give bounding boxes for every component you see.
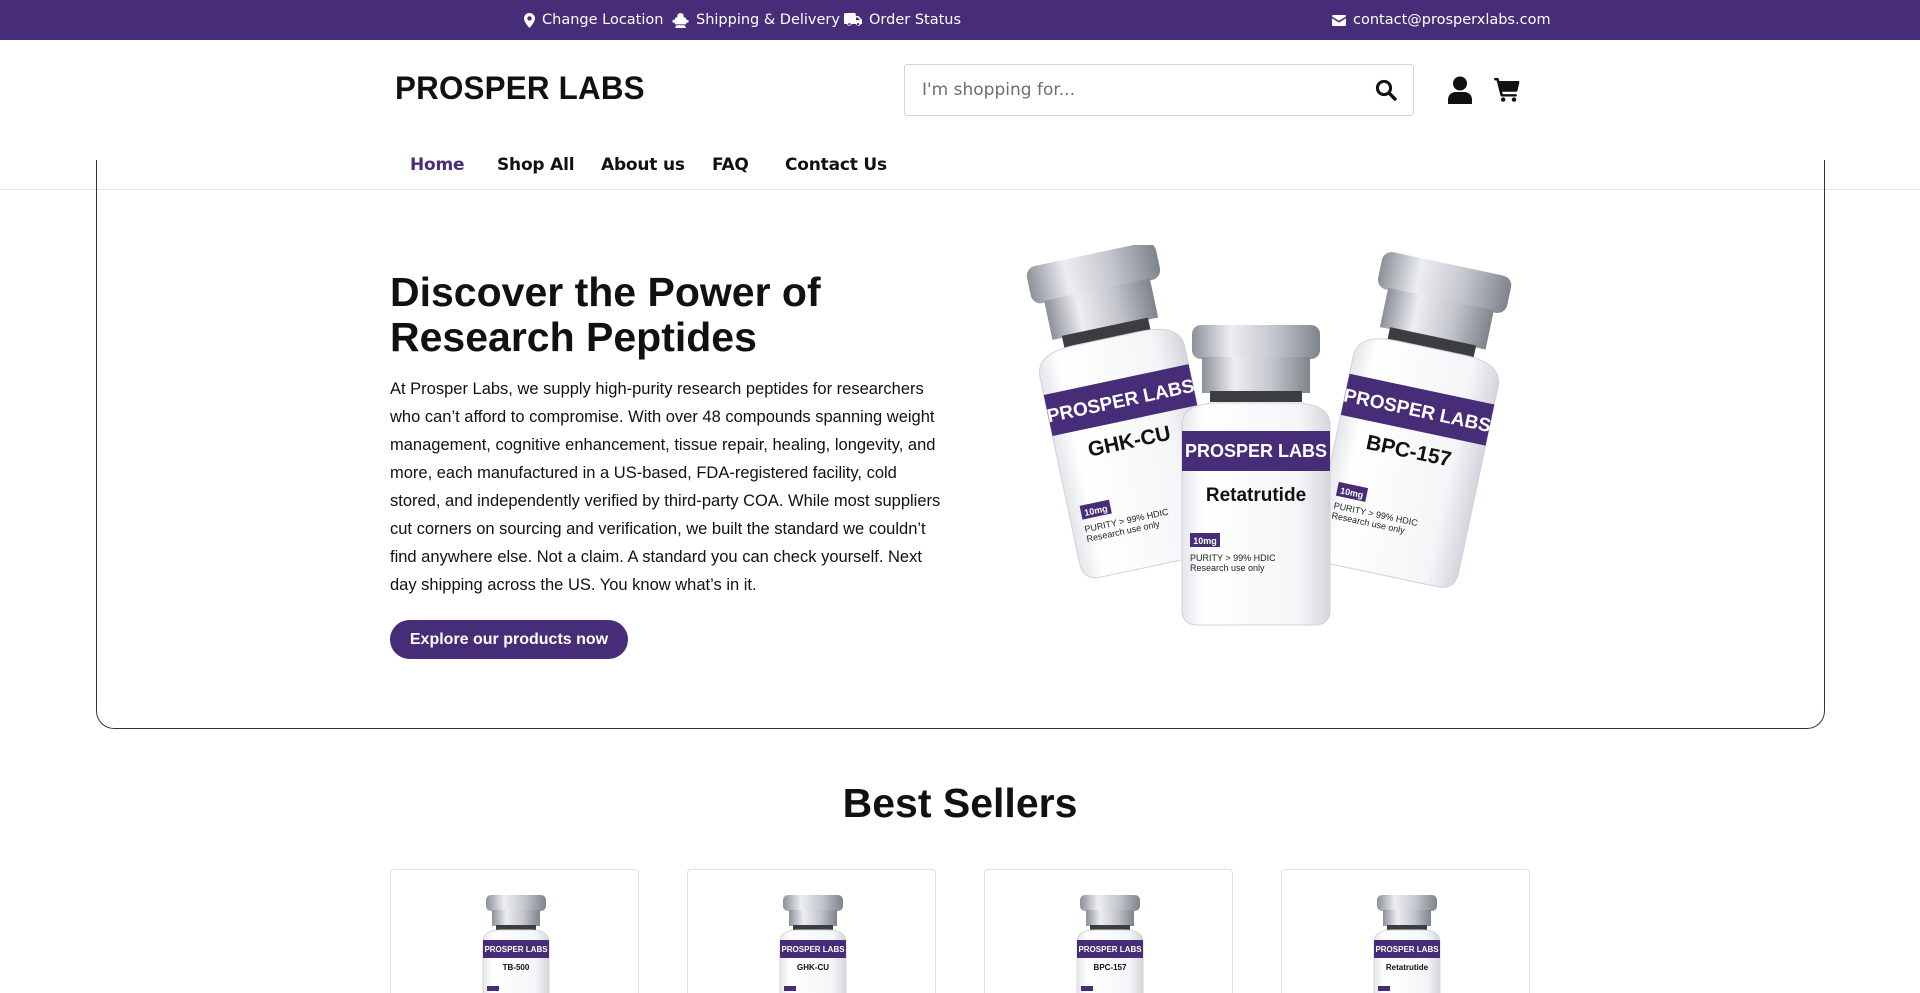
product-card-tb-500[interactable]: PROSPER LABS TB-500 (390, 869, 639, 993)
product-card-bpc-157[interactable]: PROSPER LABS BPC-157 (984, 869, 1233, 993)
product-name-tb-500: TB-500 (503, 963, 530, 972)
hero-vials-image: PROSPER LABS GHK-CU 10mg PURITY > 99% HD… (1026, 245, 1512, 626)
product-brand-retatrutide: PROSPER LABS (1375, 945, 1439, 954)
order-status-link[interactable]: Order Status (844, 0, 961, 40)
shipping-icon (672, 12, 689, 28)
hero-description: At Prosper Labs, we supply high-purity r… (390, 380, 941, 594)
hero-panel (96, 160, 1825, 729)
product-card-retatrutide[interactable]: PROSPER LABS Retatrutide (1281, 869, 1530, 993)
search-icon[interactable] (1375, 79, 1397, 101)
search-box (904, 64, 1414, 116)
map-marker-icon (524, 12, 535, 28)
cart-icon[interactable] (1494, 78, 1520, 102)
product-card-ghk-cu[interactable]: PROSPER LABS GHK-CU (687, 869, 936, 993)
envelope-icon (1332, 14, 1346, 26)
product-image-retatrutide: PROSPER LABS Retatrutide (1373, 895, 1441, 993)
change-location-link[interactable]: Change Location (524, 0, 663, 40)
vial-retatrutide-name: Retatrutide (1206, 485, 1306, 506)
vial-bpc-157: PROSPER LABS BPC-157 10mg PURITY > 99% H… (1312, 252, 1512, 588)
top-bar: Change Location Shipping & Delivery Orde… (0, 0, 1920, 40)
product-name-ghk-cu: GHK-CU (797, 963, 829, 972)
product-image-tb-500: PROSPER LABS TB-500 (482, 895, 550, 993)
vial-retatrutide-use: Research use only (1190, 563, 1265, 573)
email-link[interactable]: contact@prosperxlabs.com (1332, 0, 1551, 40)
vial-retatrutide-purity: PURITY > 99% HDIC (1190, 553, 1276, 563)
change-location-label: Change Location (542, 12, 664, 28)
vial-retatrutide-dose: 10mg (1193, 536, 1217, 546)
product-brand-ghk-cu: PROSPER LABS (781, 945, 845, 954)
product-image-bpc-157: PROSPER LABS BPC-157 (1076, 895, 1144, 993)
best-sellers-title: Best Sellers (842, 780, 1078, 826)
search-input[interactable] (905, 65, 1345, 114)
explore-products-button[interactable]: Explore our products now (390, 620, 628, 659)
user-icon[interactable] (1447, 76, 1473, 104)
vial-retatrutide-brand: PROSPER LABS (1185, 441, 1327, 461)
product-brand-bpc-157: PROSPER LABS (1078, 945, 1142, 954)
product-name-bpc-157: BPC-157 (1094, 963, 1127, 972)
product-image-ghk-cu: PROSPER LABS GHK-CU (779, 895, 847, 993)
truck-icon (844, 13, 862, 26)
vial-retatrutide: PROSPER LABS Retatrutide 10mg PURITY > 9… (1181, 325, 1331, 626)
email-address: contact@prosperxlabs.com (1353, 12, 1551, 28)
product-brand-tb-500: PROSPER LABS (484, 945, 548, 954)
shipping-delivery-link[interactable]: Shipping & Delivery (672, 0, 840, 40)
site-logo[interactable]: PROSPER LABS (395, 68, 645, 108)
product-name-retatrutide: Retatrutide (1386, 963, 1429, 972)
shipping-delivery-label: Shipping & Delivery (696, 12, 840, 28)
order-status-label: Order Status (869, 12, 962, 28)
hero-title: Discover the Power of Research Peptides (390, 269, 821, 360)
